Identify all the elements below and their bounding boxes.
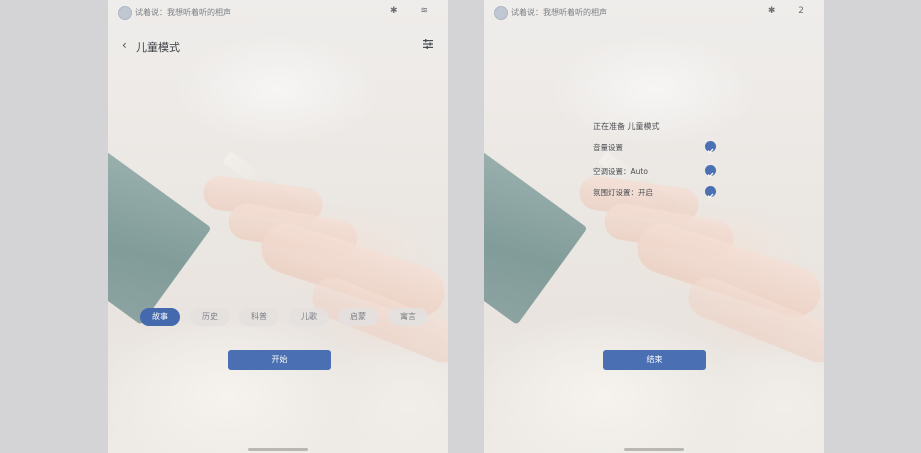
- voice-hint: 试着说：我想听着听的相声: [511, 8, 607, 17]
- preparing-text: 正在准备 儿童模式: [593, 122, 660, 131]
- setting-row-ac: 空调设置：Auto: [593, 165, 723, 178]
- page-title: 儿童模式: [136, 41, 180, 54]
- setting-label: 音量设置: [593, 143, 623, 152]
- voice-hint: 试着说：我想听着听的相声: [135, 8, 231, 17]
- category-chips: 故事 历史 科普 儿歌 启蒙 寓言: [140, 308, 448, 328]
- chip-history[interactable]: 历史: [190, 308, 230, 326]
- book-illustration: [484, 128, 588, 326]
- status-icons: ✱ ≋: [390, 6, 438, 16]
- chip-fables[interactable]: 寓言: [388, 308, 428, 326]
- status-bar: 试着说：我想听着听的相声 ✱ ≋: [116, 5, 438, 21]
- check-icon: [705, 165, 716, 178]
- home-indicator[interactable]: [248, 448, 308, 451]
- chip-enlightenment[interactable]: 启蒙: [338, 308, 378, 326]
- kids-mode-preparing-screen: 试着说：我想听着听的相声 ✱ 2 正在准备 儿童模式 音量设置 空调设置：Aut…: [484, 0, 824, 453]
- header: ‹ 儿童模式: [122, 38, 434, 56]
- settings-icon[interactable]: [422, 38, 434, 50]
- chip-story[interactable]: 故事: [140, 308, 180, 326]
- start-button[interactable]: 开始: [228, 350, 331, 370]
- home-indicator[interactable]: [624, 448, 684, 451]
- check-icon: [705, 186, 716, 199]
- chip-songs[interactable]: 儿歌: [289, 308, 329, 326]
- status-bar: 试着说：我想听着听的相声 ✱ 2: [492, 5, 814, 21]
- setting-label: 空调设置：Auto: [593, 167, 648, 176]
- end-button[interactable]: 结束: [603, 350, 706, 370]
- kids-mode-screen: 试着说：我想听着听的相声 ✱ ≋ ‹ 儿童模式 故事 历史 科普 儿歌 启蒙 寓…: [108, 0, 448, 453]
- setting-row-volume: 音量设置: [593, 141, 723, 154]
- setting-label: 氛围灯设置：开启: [593, 188, 653, 197]
- avatar[interactable]: [494, 6, 508, 20]
- book-illustration: [108, 128, 212, 326]
- setting-row-ambient-light: 氛围灯设置：开启: [593, 186, 723, 199]
- back-arrow-icon[interactable]: ‹: [122, 38, 127, 52]
- avatar[interactable]: [118, 6, 132, 20]
- chip-science[interactable]: 科普: [239, 308, 279, 326]
- check-icon: [705, 141, 716, 154]
- status-icons: ✱ 2: [767, 6, 814, 16]
